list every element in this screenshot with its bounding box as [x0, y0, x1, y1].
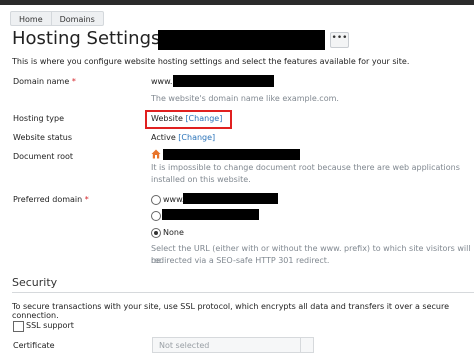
page-intro: This is where you configure website host… [12, 57, 410, 66]
change-hosting-type-link[interactable]: [Change] [185, 114, 222, 123]
document-root-hint-2: installed on this website. [151, 175, 251, 184]
more-actions-button[interactable]: ••• [330, 32, 349, 48]
redacted-document-root [163, 149, 300, 160]
top-bar [0, 0, 474, 5]
hosting-type-label: Hosting type [13, 114, 64, 123]
preferred-none-radio[interactable] [151, 228, 161, 238]
document-root-label: Document root [13, 152, 74, 161]
certificate-select-value: Not selected [159, 341, 210, 350]
home-icon [151, 149, 161, 159]
domain-name-hint: The website's domain name like example.c… [151, 94, 339, 103]
hosting-type-value: Website [Change] [151, 114, 223, 123]
redacted-www-domain [183, 193, 278, 204]
chevron-down-icon [300, 338, 313, 352]
domain-name-label: Domain name * [13, 77, 76, 86]
section-divider [12, 292, 474, 293]
ssl-support-label: SSL support [26, 321, 74, 330]
breadcrumb-domains[interactable]: Domains [50, 11, 104, 26]
ssl-support-checkbox[interactable] [13, 321, 24, 332]
website-status-value: Active [Change] [151, 133, 216, 142]
redacted-bare-domain [162, 209, 259, 220]
breadcrumb-home[interactable]: Home [10, 11, 52, 26]
security-section-title: Security [12, 276, 58, 289]
certificate-select[interactable]: Not selected [152, 337, 314, 353]
certificate-label: Certificate [13, 341, 55, 350]
website-status-label: Website status [13, 133, 73, 142]
www-prefix: www. [151, 77, 173, 86]
preferred-domain-label: Preferred domain * [13, 195, 89, 204]
preferred-bare-radio[interactable] [151, 211, 161, 221]
redacted-domain-title [158, 30, 325, 50]
preferred-domain-hint-2: redirected via a SEO-safe HTTP 301 redir… [151, 256, 330, 265]
domain-name-field[interactable]: www. [151, 77, 172, 86]
required-mark: * [84, 195, 89, 204]
preferred-none-label: None [163, 228, 184, 237]
preferred-www-radio[interactable] [151, 195, 161, 205]
required-mark: * [71, 77, 76, 86]
change-status-link[interactable]: [Change] [178, 133, 215, 142]
preferred-www-label: www. [163, 195, 185, 204]
security-description: To secure transactions with your site, u… [12, 302, 450, 320]
redacted-domain-input [173, 75, 274, 87]
document-root-hint-1: It is impossible to change document root… [151, 163, 460, 172]
breadcrumb: Home Domains [10, 11, 104, 26]
